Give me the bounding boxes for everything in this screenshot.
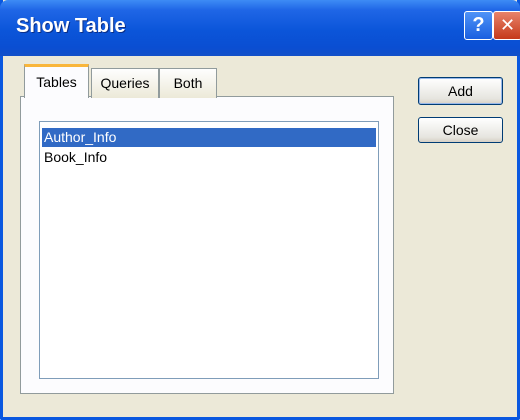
add-button[interactable]: Add <box>418 77 503 105</box>
help-button[interactable]: ? <box>464 11 493 40</box>
list-item-book-info[interactable]: Book_Info <box>42 148 376 167</box>
table-list[interactable]: Author_Info Book_Info <box>39 121 379 379</box>
title-bar[interactable]: Show Table ? ✕ <box>0 0 520 56</box>
list-item-author-info[interactable]: Author_Info <box>42 128 376 147</box>
tab-queries[interactable]: Queries <box>91 68 159 98</box>
help-icon: ? <box>472 14 485 36</box>
close-button[interactable]: Close <box>418 117 503 143</box>
tab-tables[interactable]: Tables <box>24 64 89 98</box>
window-close-button[interactable]: ✕ <box>493 11 520 40</box>
tab-both[interactable]: Both <box>159 68 217 98</box>
dialog-title: Show Table <box>16 15 126 37</box>
close-icon: ✕ <box>499 15 516 36</box>
